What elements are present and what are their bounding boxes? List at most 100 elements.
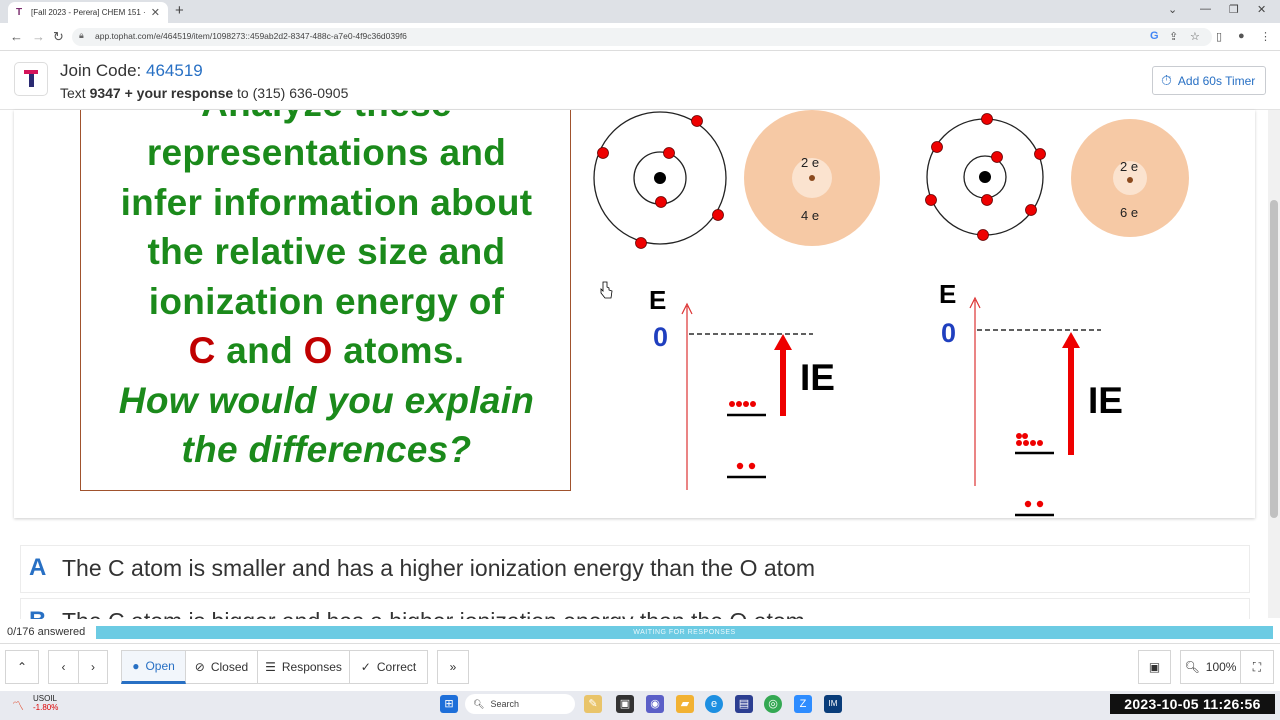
taskbar-search[interactable]: 🔍︎ Search xyxy=(465,694,575,714)
join-code-value: 464519 xyxy=(146,61,203,80)
previous-button[interactable]: ‹ xyxy=(48,650,78,684)
presentation-view-button[interactable]: ▣ xyxy=(1138,650,1171,684)
oxygen-electron-cloud: 2 e 6 e xyxy=(1071,119,1189,237)
oxygen-zero-label: 0 xyxy=(941,318,956,348)
search-icon: 🔍︎ xyxy=(473,698,485,709)
browser-tab-bar xyxy=(0,0,1280,23)
edge-browser-icon[interactable]: e xyxy=(705,695,723,713)
carbon-bohr-model xyxy=(593,111,727,249)
back-icon[interactable]: ← xyxy=(10,29,23,44)
slide-question-2: the differences? xyxy=(181,429,472,470)
open-label: Open xyxy=(145,659,175,673)
close-window-icon[interactable]: ✕ xyxy=(1257,3,1266,16)
double-chevron-right-icon: » xyxy=(449,660,457,674)
slide-line-6: C and O atoms. xyxy=(81,330,572,372)
carbon-energy-diagram: E 0 IE xyxy=(649,285,835,490)
reload-icon[interactable]: ↻ xyxy=(53,29,64,45)
stopwatch-icon: ⏱ xyxy=(1161,72,1172,88)
bookmark-star-icon[interactable]: ☆ xyxy=(1190,30,1200,43)
atom-diagrams: 2 e 4 e 2 e 6 e E 0 IE E 0 IE xyxy=(593,110,1189,517)
close-tab-icon[interactable]: ✕ xyxy=(151,6,160,19)
oxygen-inner-electrons: 2 e xyxy=(1120,159,1138,174)
tab-title: [Fall 2023 - Perera] CHEM 151 · xyxy=(31,8,146,17)
correct-button[interactable]: ✓ Correct xyxy=(350,650,428,684)
closed-button[interactable]: ⊘ Closed xyxy=(186,650,258,684)
more-button[interactable]: » xyxy=(437,650,469,684)
atom-c-label: C xyxy=(188,330,216,371)
and-word: and xyxy=(226,330,293,371)
profile-icon[interactable]: ● xyxy=(1238,30,1245,42)
fullscreen-button[interactable]: ⛶ xyxy=(1240,650,1274,684)
maximize-icon[interactable]: ❐ xyxy=(1229,3,1239,16)
windows-taskbar xyxy=(0,691,1280,720)
tophat-favicon-icon: T xyxy=(16,7,23,18)
forward-icon[interactable]: → xyxy=(32,29,45,44)
windows-start-icon[interactable]: ⊞ xyxy=(440,695,458,713)
add-timer-button[interactable]: ⏱ Add 60s Timer xyxy=(1152,66,1266,95)
stock-widget[interactable]: USOIL -1.80% xyxy=(33,694,58,712)
sidebar-icon[interactable]: ▯ xyxy=(1216,30,1222,43)
hand-cursor-icon xyxy=(600,281,613,299)
responses-icon: ☰ xyxy=(265,660,276,674)
chrome-icon[interactable]: ◎ xyxy=(764,695,782,713)
tophat-logo-icon xyxy=(14,62,48,96)
slide-line-1: Analyze these xyxy=(81,110,572,125)
menu-icon[interactable]: ⋮ xyxy=(1260,30,1271,43)
google-icon[interactable]: G xyxy=(1150,30,1159,42)
carbon-inner-electrons: 2 e xyxy=(801,155,819,170)
answer-text: The C atom is smaller and has a higher i… xyxy=(62,555,816,581)
open-status-icon: ● xyxy=(132,659,140,673)
zoom-app-icon[interactable]: Z xyxy=(794,695,812,713)
carbon-zero-label: 0 xyxy=(653,322,668,352)
open-button[interactable]: ● Open xyxy=(121,650,186,684)
search-label: Search xyxy=(490,699,519,709)
answer-option-a[interactable]: A The C atom is smaller and has a higher… xyxy=(20,545,1250,593)
oxygen-energy-label: E xyxy=(939,279,956,309)
file-explorer-icon[interactable]: ▰ xyxy=(676,695,694,713)
text-prefix: Text xyxy=(60,85,86,101)
waiting-status: WAITING FOR RESPONSES xyxy=(633,629,736,636)
magnifier-icon: 🔍︎ xyxy=(1184,660,1200,674)
lock-icon: 🔒︎ xyxy=(79,30,84,40)
minimize-icon[interactable]: — xyxy=(1200,3,1211,15)
url-text: app.tophat.com/e/464519/item/1098273::45… xyxy=(95,31,407,41)
responses-label: Responses xyxy=(281,660,342,674)
present-icon: ▣ xyxy=(1148,660,1161,674)
responses-button[interactable]: ☰ Responses xyxy=(258,650,350,684)
correct-label: Correct xyxy=(376,660,417,674)
answer-option-b[interactable]: B The C atom is bigger and has a higher … xyxy=(20,598,1250,619)
oxygen-energy-diagram: E 0 IE xyxy=(939,279,1123,517)
join-code-label: Join Code: xyxy=(60,61,142,80)
app-im-icon[interactable]: IM xyxy=(824,695,842,713)
browser-tab[interactable]: T [Fall 2023 - Perera] CHEM 151 · ✕ xyxy=(8,2,168,23)
new-tab-icon[interactable]: + xyxy=(175,2,184,19)
share-icon[interactable]: ⇪ xyxy=(1169,30,1178,43)
scrollbar-thumb[interactable] xyxy=(1270,200,1278,518)
collapse-up-button[interactable]: ⌃ xyxy=(5,650,39,684)
phone-number: (315) 636-0905 xyxy=(252,85,349,101)
atom-o-label: O xyxy=(303,330,333,371)
widgets-icon[interactable]: ✎ xyxy=(584,695,602,713)
answer-letter: B xyxy=(29,607,46,619)
store-icon[interactable]: ▤ xyxy=(735,695,753,713)
slide-line-5: ionization energy of xyxy=(148,281,505,322)
closed-status-icon: ⊘ xyxy=(194,660,205,674)
next-button[interactable]: › xyxy=(78,650,108,684)
join-code: Join Code: 464519 xyxy=(60,61,203,81)
stock-name: USOIL xyxy=(33,694,58,703)
text-to: to xyxy=(237,85,249,101)
oxygen-outer-electrons: 6 e xyxy=(1120,205,1138,220)
add-timer-label: Add 60s Timer xyxy=(1177,73,1256,88)
text-code: 9347 + your response xyxy=(89,85,234,101)
answer-text: The C atom is bigger and has a higher io… xyxy=(62,608,805,619)
carbon-ie-label: IE xyxy=(800,357,835,398)
checkmark-icon: ✓ xyxy=(360,660,371,674)
zoom-button[interactable]: 🔍︎ 100% xyxy=(1180,650,1240,684)
tab-search-icon[interactable]: ⌄ xyxy=(1168,3,1177,16)
slide-line-4: the relative size and xyxy=(147,231,506,272)
answered-count: 0/176 answered xyxy=(7,626,86,638)
teams-chat-icon[interactable]: ◉ xyxy=(646,695,664,713)
task-view-icon[interactable]: ▣ xyxy=(616,695,634,713)
stock-change: -1.80% xyxy=(33,703,59,712)
slide-line-3: infer information about xyxy=(120,182,533,223)
